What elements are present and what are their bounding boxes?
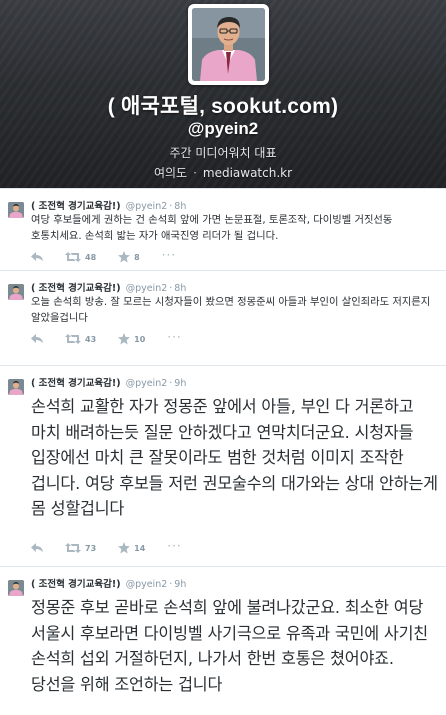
tweet-author-handle[interactable]: @pyein2	[126, 283, 168, 294]
tweet-timestamp[interactable]: 9h	[174, 579, 186, 590]
tweet-timestamp[interactable]: 8h	[174, 283, 186, 294]
star-icon	[118, 542, 131, 554]
tweet-avatar[interactable]	[8, 580, 24, 596]
favorite-count: 10	[134, 334, 146, 344]
tweet-item[interactable]: ( 조전혁 경기교육감!) @pyein2 · 8h 여당 후보들에게 권하는 건 손…	[0, 188, 446, 270]
tweet-author-name[interactable]: ( 조전혁 경기교육감!)	[31, 579, 121, 590]
tweet-avatar[interactable]	[8, 202, 24, 218]
favorite-count: 8	[134, 252, 140, 262]
retweet-count: 73	[85, 543, 97, 553]
profile-display-name: ( 애국포털, sookut.com)	[107, 95, 339, 118]
tweet-author-handle[interactable]: @pyein2	[126, 579, 168, 590]
tweet-actions: 43 10 ···	[31, 330, 204, 345]
retweet-button[interactable]: 73	[65, 543, 96, 553]
tweet-text: 손석희 교활한 자가 정몽준 앞에서 아들, 부인 다 거론하고 마치 배려하는…	[31, 397, 438, 518]
tweet-text: 오늘 손석희 방송. 잘 모르는 시청자들이 봤으면 정몽준씨 아들과 부인이 …	[31, 296, 431, 324]
tweet-dot: ·	[169, 579, 173, 590]
tweet-header: ( 조전혁 경기교육감!) @pyein2 · 8h	[31, 198, 186, 212]
retweet-button[interactable]: 43	[65, 334, 96, 344]
retweet-icon	[65, 334, 81, 344]
more-dots-icon[interactable]: ···	[167, 539, 181, 553]
tweet-avatar[interactable]	[8, 379, 24, 395]
tweet-timestamp[interactable]: 9h	[174, 378, 186, 389]
tweet-dot: ·	[169, 283, 173, 294]
tweet-header: ( 조전혁 경기교육감!) @pyein2 · 9h	[31, 576, 186, 590]
profile-meta: 여의도 · mediawatch.kr	[0, 164, 446, 181]
reply-button[interactable]	[31, 543, 43, 553]
profile-avatar[interactable]	[188, 4, 269, 85]
tweet-item[interactable]: ( 조전혁 경기교육감!) @pyein2 · 9h 손석희 교활한 자가 정몽준 앞…	[0, 365, 446, 566]
reply-icon	[31, 543, 43, 552]
tweet-text: 여당 후보들에게 권하는 건 손석희 앞에 가면 논문표절, 토론조작, 다이빙…	[31, 214, 393, 242]
tweet-text: 정몽준 후보 곧바로 손석희 앞에 불려나갔군요. 최소한 여당 서울시 후보라…	[31, 598, 428, 694]
tweet-header: ( 조전혁 경기교육감!) @pyein2 · 8h	[31, 280, 186, 294]
reply-button[interactable]	[31, 334, 43, 344]
profile-screen-name[interactable]: @pyein2	[0, 119, 446, 139]
more-dots-icon[interactable]: ···	[167, 330, 181, 344]
reply-button[interactable]	[31, 252, 43, 262]
tweet-header: ( 조전혁 경기교육감!) @pyein2 · 9h	[31, 375, 186, 389]
retweet-icon	[65, 252, 81, 262]
tweet-author-name[interactable]: ( 조전혁 경기교육감!)	[31, 201, 121, 212]
retweet-button[interactable]: 48	[65, 252, 96, 262]
tweet-author-name[interactable]: ( 조전혁 경기교육감!)	[31, 283, 121, 294]
favorite-count: 14	[134, 543, 146, 553]
tweet-item[interactable]: ( 조전혁 경기교육감!) @pyein2 · 9h 정몽준 후보 곧바로 손석희 앞…	[0, 566, 446, 715]
tweet-dot: ·	[169, 201, 173, 212]
tweet-actions: 73 14 ···	[31, 539, 204, 554]
favorite-button[interactable]: 10	[118, 333, 145, 345]
favorite-button[interactable]: 8	[118, 251, 140, 263]
profile-url-link[interactable]: mediawatch.kr	[203, 166, 292, 180]
tweet-actions: 48 8 ···	[31, 248, 198, 263]
profile-photo	[192, 8, 265, 81]
tweet-author-handle[interactable]: @pyein2	[126, 201, 168, 212]
reply-icon	[31, 252, 43, 261]
tweet-author-name[interactable]: ( 조전혁 경기교육감!)	[31, 378, 121, 389]
retweet-icon	[65, 543, 81, 553]
more-dots-icon[interactable]: ···	[162, 248, 176, 262]
favorite-button[interactable]: 14	[118, 542, 145, 554]
profile-header: ( 애국포털, sookut.com) @pyein2 주간 미디어워치 대표 …	[0, 0, 446, 188]
star-icon	[118, 251, 131, 263]
retweet-count: 48	[85, 252, 97, 262]
tweet-author-handle[interactable]: @pyein2	[126, 378, 168, 389]
meta-separator: ·	[193, 166, 197, 180]
tweet-item[interactable]: ( 조전혁 경기교육감!) @pyein2 · 8h 오늘 손석희 방송. 잘 모르는…	[0, 270, 446, 352]
star-icon	[118, 333, 131, 345]
profile-location: 여의도	[153, 166, 188, 180]
tweet-avatar[interactable]	[8, 284, 24, 300]
retweet-count: 43	[85, 334, 97, 344]
profile-bio: 주간 미디어워치 대표	[169, 146, 277, 160]
tweet-timestamp[interactable]: 8h	[174, 201, 186, 212]
tweet-dot: ·	[169, 378, 173, 389]
reply-icon	[31, 334, 43, 343]
